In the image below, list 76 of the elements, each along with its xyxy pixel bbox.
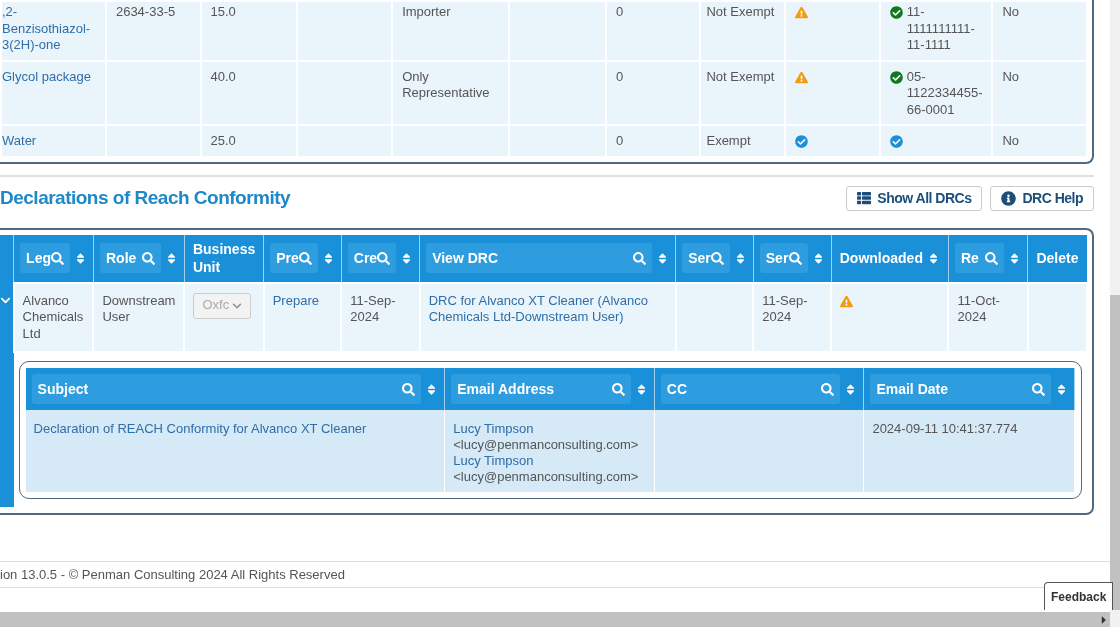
table-cell-text: Alvanco Chemicals Ltd	[22, 292, 84, 341]
column-header: Delete	[1036, 249, 1079, 267]
column-filter[interactable]: Email Date	[870, 374, 1051, 404]
table-cell-text: 11-Sep-2024	[762, 292, 808, 324]
recipient-email: <lucy@penmanconsulting.com>	[453, 469, 640, 485]
column-filter[interactable]: Email Address	[451, 374, 631, 404]
search-icon[interactable]	[141, 251, 155, 265]
concentration: 40.0	[210, 68, 236, 84]
column-filter[interactable]: View DRC	[426, 243, 653, 273]
exemption-status: Not Exempt	[706, 4, 775, 19]
email-date: 2024-09-11 10:41:37.774	[872, 421, 1018, 436]
chevron-icon	[232, 300, 243, 311]
search-icon[interactable]	[821, 382, 835, 396]
footer-text: ion 13.0.5 - © Penman Consulting 2024 All Rights Reserved	[0, 565, 345, 584]
recipient-name[interactable]: Lucy Timpson	[453, 421, 646, 437]
column-filter[interactable]: Re	[954, 243, 1005, 273]
role: Importer	[402, 4, 451, 19]
check-icon	[889, 6, 903, 19]
sort-icon[interactable]	[1055, 382, 1068, 396]
warning-icon	[795, 70, 809, 84]
exemption-status: Not Exempt	[706, 68, 775, 84]
search-icon[interactable]	[985, 251, 999, 265]
recipient-name[interactable]: Lucy Timpson	[453, 453, 646, 469]
search-icon[interactable]	[298, 251, 312, 265]
role: Only Representative	[402, 68, 490, 100]
horizontal-scrollbar[interactable]	[0, 612, 1110, 627]
column-filter[interactable]: Cre	[347, 243, 397, 273]
exemption-status: Exempt	[706, 133, 751, 148]
warning-icon	[840, 294, 854, 308]
search-icon[interactable]	[1032, 382, 1045, 396]
table-cell-text: 0	[616, 133, 624, 148]
table-link[interactable]: Prepare	[272, 292, 333, 309]
cas-number: 2634-33-5	[115, 4, 176, 19]
check-icon	[889, 70, 903, 84]
scrollbar-thumb[interactable]	[1110, 295, 1120, 610]
check-icon	[889, 135, 903, 148]
column-filter[interactable]: Role	[100, 243, 161, 273]
table-cell-text: 11-Oct-2024	[957, 292, 1000, 324]
search-icon[interactable]	[611, 382, 625, 396]
list-icon	[857, 191, 872, 205]
search-icon[interactable]	[402, 382, 416, 396]
column-filter[interactable]: Subject	[31, 374, 422, 404]
warning-icon	[795, 6, 809, 20]
column-filter[interactable]: CC	[660, 374, 841, 404]
info-icon	[1001, 190, 1017, 206]
search-icon[interactable]	[710, 251, 724, 265]
table-cell-text: 0	[616, 68, 624, 84]
table-cell-text: Downstream User	[102, 292, 176, 324]
column-header: Business Unit	[192, 240, 256, 276]
table-cell-text: 11-Sep-2024	[350, 292, 396, 324]
search-icon[interactable]	[377, 251, 391, 265]
column-filter[interactable]: Pre	[270, 243, 318, 273]
section-title: Declarations of Reach Conformity	[0, 185, 291, 210]
email-subject-link[interactable]: Declaration of REACH Conformity for Alvanco XT Cleaner	[33, 421, 367, 436]
recipient-email: <lucy@penmanconsulting.com>	[453, 437, 640, 453]
check-icon	[795, 135, 809, 149]
column-filter[interactable]: Leg	[20, 243, 70, 273]
sort-icon[interactable]	[74, 251, 87, 265]
toolbar-button[interactable]: DRC Help	[990, 185, 1094, 211]
concentration: 15.0	[210, 4, 236, 19]
column-header: Downloaded	[839, 249, 923, 267]
registration-number: 11-1111111111-11-1111	[906, 4, 976, 54]
table-cell-text: No	[1002, 133, 1020, 148]
column-filter[interactable]: Ser	[682, 243, 730, 273]
table-cell-text: No	[1002, 4, 1020, 19]
toolbar-button[interactable]: Show All DRCs	[846, 185, 983, 211]
column-filter[interactable]: Ser	[759, 243, 808, 273]
search-icon[interactable]	[633, 251, 647, 265]
feedback-button[interactable]: Feedback	[1044, 582, 1114, 610]
table-cell-text: No	[1002, 68, 1020, 84]
search-icon[interactable]	[788, 251, 802, 265]
search-icon[interactable]	[51, 251, 64, 265]
registration-number: 05-1122334455-66-0001	[906, 68, 983, 118]
vertical-scrollbar[interactable]	[1110, 0, 1120, 627]
concentration: 25.0	[210, 133, 236, 148]
table-cell-text: 0	[616, 4, 624, 19]
